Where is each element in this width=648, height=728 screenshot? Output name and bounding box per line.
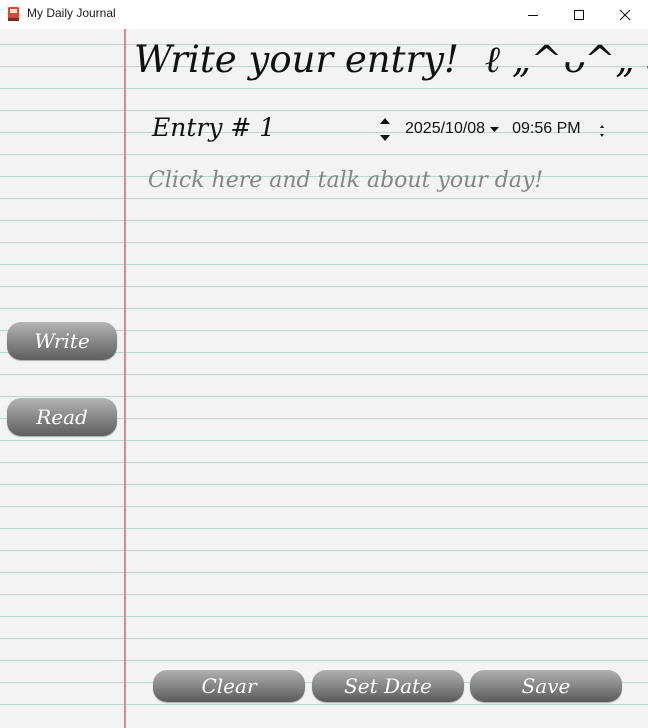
title-bar: My Daily Journal: [0, 0, 648, 29]
journal-window: My Daily Journal Write Read Write your e…: [0, 0, 648, 728]
clear-button[interactable]: Clear: [153, 670, 305, 702]
time-value: 09:56 PM: [512, 120, 581, 137]
spin-up-icon[interactable]: [380, 118, 390, 124]
save-button[interactable]: Save: [470, 670, 622, 702]
maximize-button[interactable]: [556, 0, 602, 29]
date-time-picker[interactable]: 2025/10/08 09:56 PM: [405, 120, 581, 138]
margin-line: [124, 29, 126, 728]
close-button[interactable]: [602, 0, 648, 29]
journal-app-icon: [7, 6, 21, 22]
minimize-icon: [527, 9, 539, 21]
date-value: 2025/10/08: [405, 120, 486, 137]
write-button[interactable]: Write: [7, 322, 117, 360]
close-icon: [619, 9, 631, 21]
chevron-down-icon[interactable]: [490, 120, 500, 138]
journal-entry-textarea[interactable]: Click here and talk about your day!: [148, 168, 618, 648]
set-date-button[interactable]: Set Date: [312, 670, 464, 702]
heading-text: Write your entry!: [134, 38, 459, 81]
entry-number-spinner[interactable]: [376, 116, 394, 144]
entry-number-label: Entry # 1: [152, 113, 276, 142]
window-title: My Daily Journal: [27, 6, 116, 20]
maximize-icon: [573, 9, 585, 21]
read-button[interactable]: Read: [7, 398, 117, 436]
page-heading: Write your entry! ℓ „^ᴗ^„ ↄ: [134, 38, 648, 82]
time-spinner-icon[interactable]: [598, 122, 606, 140]
spin-down-icon[interactable]: [380, 135, 390, 141]
minimize-button[interactable]: [510, 0, 556, 29]
kaomoji-text: ℓ „^ᴗ^„ ↄ: [484, 38, 648, 81]
